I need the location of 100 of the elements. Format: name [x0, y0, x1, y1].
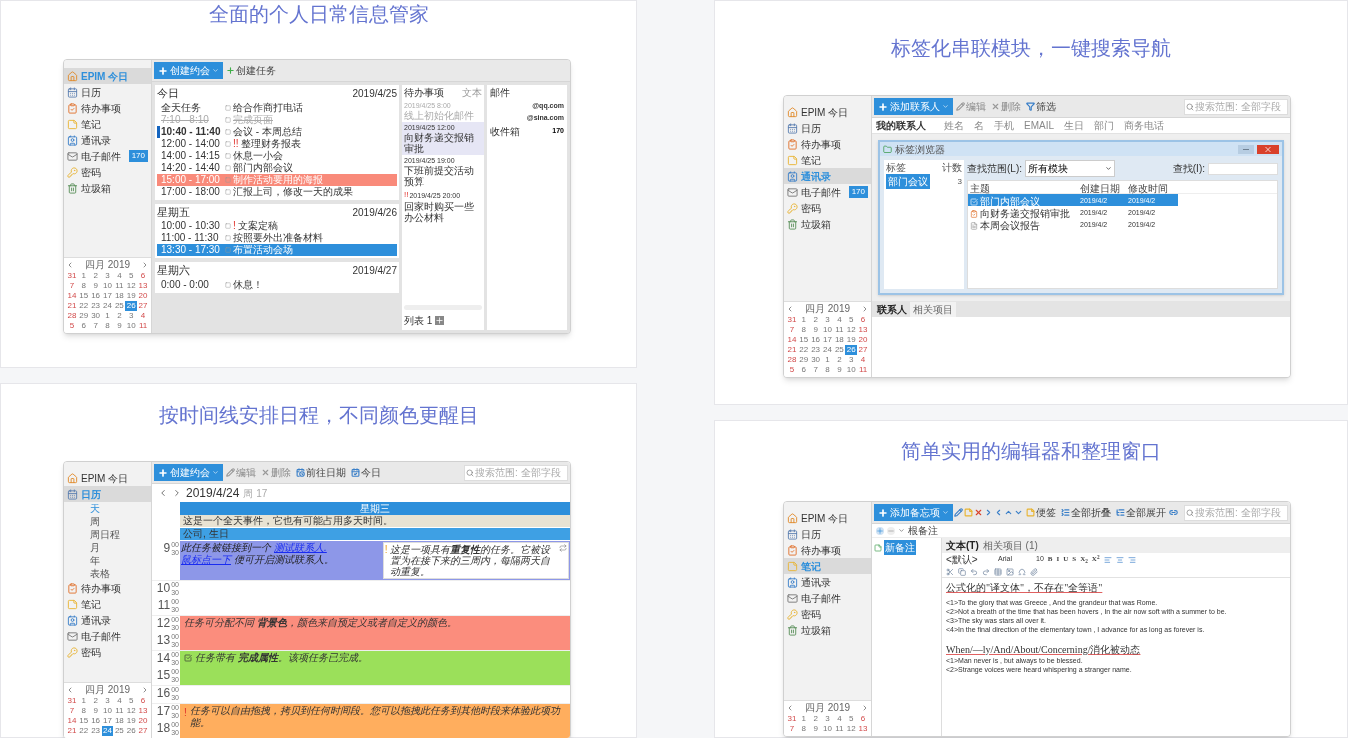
- tree-item[interactable]: 新备注: [884, 540, 916, 555]
- calendar-day[interactable]: 23: [89, 301, 102, 311]
- sidebar-subitem[interactable]: 月: [64, 541, 151, 554]
- sidebar-item[interactable]: 通讯录: [64, 132, 151, 148]
- calendar-day[interactable]: 8: [77, 706, 90, 716]
- toolbar-button[interactable]: 全部折叠: [1059, 504, 1113, 521]
- sidebar-item[interactable]: 电子邮件: [64, 628, 151, 644]
- toolbar-button[interactable]: 前往日期: [294, 464, 348, 481]
- column-header[interactable]: EMAIL: [1024, 118, 1054, 133]
- calendar-day[interactable]: 19: [845, 335, 858, 345]
- calendar-day[interactable]: 15: [797, 335, 810, 345]
- sidebar-subitem[interactable]: 周: [64, 515, 151, 528]
- schedule-row[interactable]: 11:00 - 11:30 按照要外出准备材料: [157, 232, 397, 244]
- next-icon[interactable]: [861, 703, 869, 712]
- toolbar-button[interactable]: 今日: [349, 464, 383, 481]
- calendar-day[interactable]: 9: [809, 724, 822, 734]
- sidebar-item[interactable]: 垃圾箱: [64, 180, 151, 196]
- align-icon[interactable]: [1115, 555, 1124, 564]
- sidebar-item[interactable]: 待办事项: [64, 580, 151, 596]
- calendar-day[interactable]: 10: [821, 724, 834, 734]
- scope-dropdown[interactable]: 所有模块: [1025, 160, 1115, 177]
- calendar-day[interactable]: 31: [66, 696, 78, 706]
- calendar-day[interactable]: 12: [845, 325, 858, 335]
- next-icon[interactable]: [141, 685, 149, 694]
- align-icon[interactable]: [1127, 555, 1136, 564]
- sidebar-item[interactable]: 笔记: [784, 558, 871, 574]
- calendar-day[interactable]: 6: [137, 696, 149, 706]
- calendar-day[interactable]: 21: [66, 726, 78, 736]
- scissors-icon[interactable]: [946, 567, 954, 576]
- calendar-day[interactable]: 28: [66, 311, 78, 321]
- find-field[interactable]: [1208, 162, 1278, 175]
- search-field[interactable]: 搜索范围: 全部字段: [464, 464, 568, 481]
- search-input[interactable]: 搜索范围: 全部字段: [1195, 99, 1286, 114]
- contact-link[interactable]: 鼠标点一下: [181, 554, 231, 566]
- calendar-day[interactable]: 6: [857, 315, 869, 325]
- search-input[interactable]: 搜索范围: 全部字段: [1195, 505, 1286, 520]
- calendar-day[interactable]: 17: [821, 335, 834, 345]
- contact-link[interactable]: 测试联系人.: [274, 542, 327, 554]
- calendar-day[interactable]: 3: [101, 696, 114, 706]
- calendar-day[interactable]: 16: [89, 291, 102, 301]
- calendar-day[interactable]: 4: [833, 315, 846, 325]
- sidebar-item[interactable]: 电子邮件: [784, 590, 871, 606]
- tab[interactable]: 联系人: [874, 301, 910, 317]
- sidebar-item[interactable]: 日历: [784, 120, 871, 136]
- sidebar-item[interactable]: 笔记: [784, 152, 871, 168]
- calendar-day[interactable]: 5: [125, 696, 138, 706]
- calendar-day[interactable]: 4: [833, 714, 846, 724]
- calendar-day[interactable]: 29: [797, 355, 810, 365]
- schedule-row[interactable]: 10:00 - 10:30 ! 文案定稿: [157, 220, 397, 232]
- calendar-day[interactable]: 6: [857, 714, 869, 724]
- chevron-left-icon[interactable]: [158, 488, 168, 498]
- sidebar-item[interactable]: 日历: [784, 526, 871, 542]
- previous-icon[interactable]: [786, 304, 794, 313]
- calendar-day[interactable]: 5: [125, 271, 138, 281]
- column-header[interactable]: 标签: [886, 159, 906, 175]
- calendar-day[interactable]: 22: [77, 301, 90, 311]
- calendar-day[interactable]: 31: [66, 271, 78, 281]
- previous-icon[interactable]: [786, 703, 794, 712]
- filter-dropdown[interactable]: 文本: [462, 85, 482, 100]
- column-header[interactable]: 姓名: [944, 118, 964, 133]
- calendar-day[interactable]: 1: [77, 696, 90, 706]
- plus-icon[interactable]: [435, 316, 445, 325]
- add-icon[interactable]: [876, 526, 884, 535]
- calendar-day[interactable]: 13: [137, 706, 149, 716]
- calendar-day[interactable]: 9: [833, 365, 846, 375]
- calendar-day[interactable]: 17: [101, 291, 114, 301]
- folder-name[interactable]: 收件箱: [490, 124, 520, 139]
- calendar-day[interactable]: 2: [89, 271, 102, 281]
- calendar-day[interactable]: 10: [101, 706, 114, 716]
- calendar-day[interactable]: 17: [101, 716, 114, 726]
- calendar-day[interactable]: 1: [821, 355, 834, 365]
- all-day-event[interactable]: 这是一个全天事件，它也有可能占用多天时间。: [180, 515, 570, 528]
- sidebar-item[interactable]: 日历: [64, 486, 151, 502]
- sidebar-item[interactable]: 电子邮件 170: [64, 148, 151, 164]
- calendar-day[interactable]: 27: [137, 726, 149, 736]
- calendar-day[interactable]: 15: [77, 716, 90, 726]
- calendar-day[interactable]: 13: [857, 325, 869, 335]
- sidebar-item[interactable]: 待办事项: [784, 542, 871, 558]
- sidebar-item[interactable]: 待办事项: [64, 100, 151, 116]
- calendar-day[interactable]: 16: [89, 716, 102, 726]
- calendar-day[interactable]: 11: [137, 321, 149, 331]
- calendar-day[interactable]: 26: [125, 301, 138, 311]
- schedule-row[interactable]: 12:00 - 14:00 !! 整理财务报表: [157, 137, 397, 150]
- calendar-day[interactable]: 4: [137, 311, 149, 321]
- sidebar-item[interactable]: 通讯录: [784, 168, 871, 184]
- toolbar-button[interactable]: 创建任务: [224, 62, 278, 79]
- sidebar-item[interactable]: 日历: [64, 84, 151, 100]
- calendar-day[interactable]: 24: [101, 726, 114, 736]
- calendar-day[interactable]: 22: [797, 345, 810, 355]
- calendar-day[interactable]: 3: [845, 355, 858, 365]
- column-header[interactable]: 手机: [994, 118, 1014, 133]
- tab[interactable]: 相关项目: [910, 301, 956, 317]
- calendar-day[interactable]: 9: [89, 281, 102, 291]
- calendar-day[interactable]: 6: [797, 365, 810, 375]
- calendar-day[interactable]: 20: [137, 716, 149, 726]
- calendar-day[interactable]: 11: [833, 325, 846, 335]
- calendar-day[interactable]: 21: [66, 301, 78, 311]
- calendar-day[interactable]: 31: [786, 714, 798, 724]
- calendar-day[interactable]: 25: [833, 345, 846, 355]
- remove-icon[interactable]: [887, 526, 895, 535]
